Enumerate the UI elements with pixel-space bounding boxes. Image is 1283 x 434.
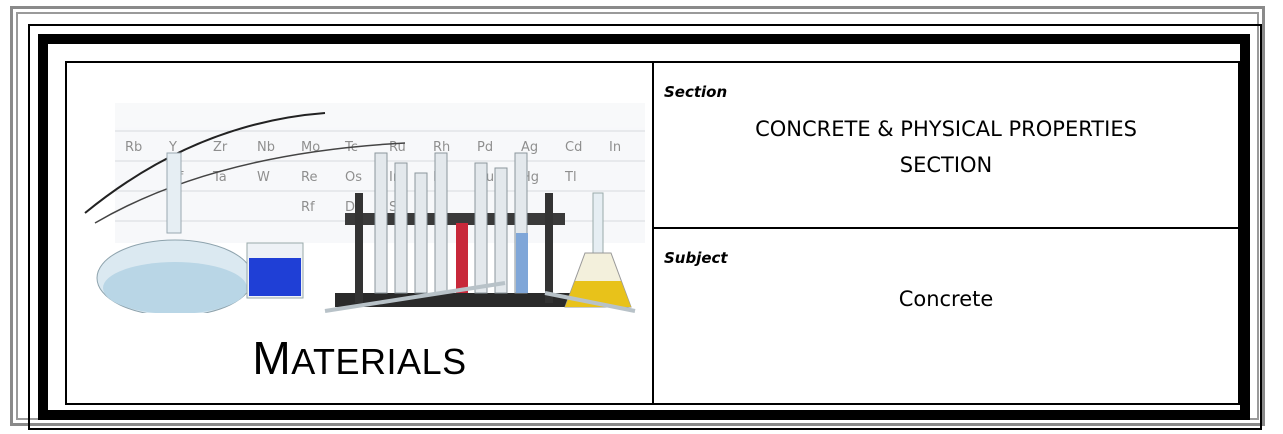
materials-title-rest: ATERIALS — [291, 341, 467, 382]
periodic-symbol: Pd — [477, 140, 493, 155]
periodic-symbol: Nb — [257, 140, 275, 155]
periodic-symbol: W — [257, 170, 270, 185]
materials-cell: RbYZrNbMoTcRuRhPdAgCdInHfTaWReOsIrPtAuHg… — [67, 63, 654, 403]
periodic-symbol: Cd — [565, 140, 582, 155]
periodic-symbol: Re — [301, 170, 317, 185]
subject-cell: Subject Concrete — [654, 229, 1238, 403]
section-cell: Section CONCRETE & PHYSICAL PROPERTIES S… — [654, 63, 1238, 229]
section-label: Section — [664, 83, 728, 101]
periodic-symbol: Rb — [125, 140, 142, 155]
subject-label: Subject — [664, 249, 728, 267]
header-table: RbYZrNbMoTcRuRhPdAgCdInHfTaWReOsIrPtAuHg… — [65, 61, 1240, 405]
periodic-symbol: Rf — [301, 200, 315, 215]
blue-beaker — [246, 242, 304, 299]
materials-title: MATERIALS — [67, 331, 652, 385]
subject-value: Concrete — [898, 287, 994, 311]
laboratory-illustration: RbYZrNbMoTcRuRhPdAgCdInHfTaWReOsIrPtAuHg… — [84, 103, 645, 313]
section-value: CONCRETE & PHYSICAL PROPERTIES SECTION — [755, 117, 1137, 177]
periodic-symbol: Ru — [389, 140, 406, 155]
info-column: Section CONCRETE & PHYSICAL PROPERTIES S… — [654, 63, 1238, 403]
periodic-symbol: Zr — [213, 140, 228, 155]
periodic-symbol: Tl — [564, 170, 577, 185]
periodic-symbol: In — [609, 140, 621, 155]
periodic-symbol: Os — [345, 170, 362, 185]
materials-title-initial: M — [252, 332, 292, 384]
